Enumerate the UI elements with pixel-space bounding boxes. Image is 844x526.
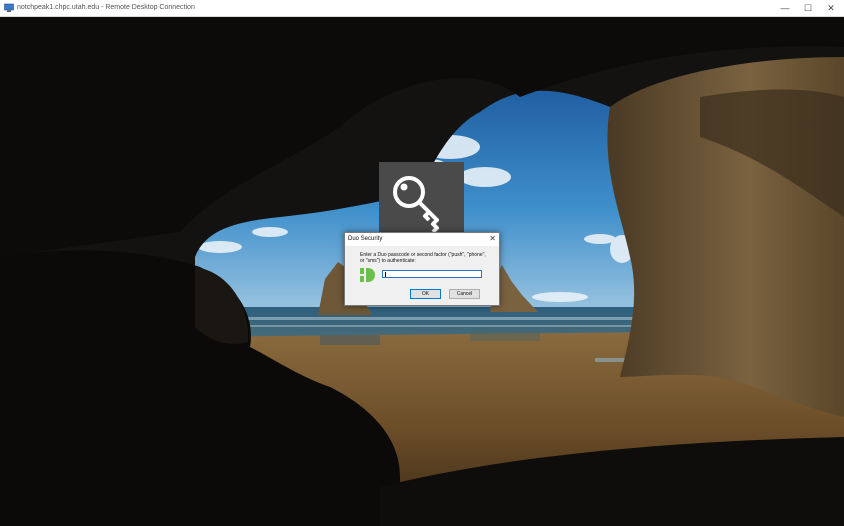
window-title: notchpeak1.chpc.utah.edu - Remote Deskto… (17, 4, 195, 11)
key-icon (393, 176, 439, 234)
window-close-button[interactable]: ✕ (820, 0, 842, 16)
passcode-input[interactable] (382, 270, 482, 278)
text-caret (385, 272, 386, 277)
maximize-button[interactable]: ☐ (797, 0, 819, 16)
dialog-titlebar[interactable]: Duo Security ✕ (345, 233, 499, 246)
duo-dialog: Duo Security ✕ Enter a Duo passcode or s… (344, 232, 500, 306)
ok-button[interactable]: OK (410, 289, 441, 299)
dialog-title: Duo Security (348, 236, 383, 242)
duo-logo-icon (360, 268, 375, 282)
dialog-message: Enter a Duo passcode or second factor ("… (360, 252, 486, 264)
minimize-button[interactable]: — (774, 0, 796, 16)
rdp-app-icon (4, 3, 14, 12)
close-icon[interactable]: ✕ (489, 234, 496, 244)
cancel-button[interactable]: Cancel (449, 289, 480, 299)
rdp-titlebar[interactable]: notchpeak1.chpc.utah.edu - Remote Deskto… (0, 0, 844, 17)
